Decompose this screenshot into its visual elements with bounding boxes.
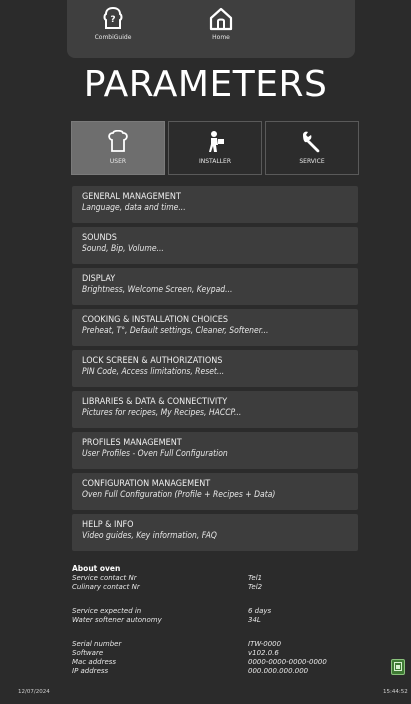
menu-cooking-installation[interactable]: COOKING & INSTALLATION CHOICES Preheat, … [72,309,358,346]
menu-sounds[interactable]: SOUNDS Sound, Bip, Volume... [72,227,358,264]
menu-item-title: LIBRARIES & DATA & CONNECTIVITY [82,397,228,407]
info-value: 34L [248,616,261,624]
info-row-serial-number: Serial number ITW-0000 [72,640,362,649]
info-row-ip-address: IP address 000.000.000.000 [72,667,362,676]
info-row-service-expected: Service expected in 6 days [72,607,362,616]
menu-general-management[interactable]: GENERAL MANAGEMENT Language, data and ti… [72,186,358,223]
tab-user[interactable]: USER [71,121,165,175]
info-label: IP address [72,667,109,675]
combiguide-button[interactable]: ? CombiGuide [83,2,143,54]
info-value: Tel1 [248,574,263,582]
info-label: Service contact Nr [72,574,137,582]
info-row-software: Software v102.0.6 [72,649,362,658]
info-label: Service expected in [72,607,142,615]
combiguide-icon: ? [103,6,123,29]
menu-item-subtitle: Brightness, Welcome Screen, Keypad... [82,285,233,295]
menu-item-subtitle: User Profiles - Oven Full Configuration [82,449,228,459]
tab-service-label: SERVICE [299,158,325,165]
info-value: Tel2 [248,583,263,591]
info-label: Water softener autonomy [72,616,162,624]
info-value: 0000-0000-0000-0000 [248,658,327,666]
top-navigation-bar: ? CombiGuide Home [67,0,355,58]
info-value: ITW-0000 [248,640,282,648]
menu-item-subtitle: PIN Code, Access limitations, Reset... [82,367,225,377]
menu-item-title: DISPLAY [82,274,116,284]
menu-profiles-management[interactable]: PROFILES MANAGEMENT User Profiles - Oven… [72,432,358,469]
menu-item-subtitle: Language, data and time... [82,203,186,213]
menu-item-subtitle: Oven Full Configuration (Profile + Recip… [82,490,276,500]
info-value: 000.000.000.000 [248,667,309,675]
tab-installer[interactable]: INSTALLER [168,121,262,175]
combiguide-label: CombiGuide [94,34,132,41]
info-label: Serial number [72,640,122,648]
installer-icon [209,131,224,152]
menu-item-subtitle: Video guides, Key information, FAQ [82,531,217,541]
menu-item-title: GENERAL MANAGEMENT [82,192,181,202]
tab-user-label: USER [109,158,127,165]
tab-service[interactable]: SERVICE [265,121,359,175]
oven-status-indicator[interactable] [391,659,405,675]
chef-hat-icon [108,130,128,152]
menu-item-title: PROFILES MANAGEMENT [82,438,182,448]
menu-item-subtitle: Sound, Bip, Volume... [82,244,164,254]
menu-item-subtitle: Pictures for recipes, My Recipes, HACCP.… [82,408,242,418]
menu-display[interactable]: DISPLAY Brightness, Welcome Screen, Keyp… [72,268,358,305]
info-row-service-contact: Service contact Nr Tel1 [72,574,362,583]
menu-item-title: HELP & INFO [82,520,134,530]
menu-item-title: COOKING & INSTALLATION CHOICES [82,315,229,325]
info-row-culinary-contact: Culinary contact Nr Tel2 [72,583,362,592]
info-value: 6 days [248,607,272,615]
info-label: Culinary contact Nr [72,583,140,591]
menu-item-title: SOUNDS [82,233,117,243]
info-label: Software [72,649,104,657]
menu-lock-screen[interactable]: LOCK SCREEN & AUTHORIZATIONS PIN Code, A… [72,350,358,387]
home-icon [209,7,233,31]
info-value: v102.0.6 [248,649,279,657]
oven-icon [394,662,402,671]
parameters-screen: ? CombiGuide Home PARAMETERS USER INSTAL… [0,0,411,704]
page-title: PARAMETERS [83,64,328,105]
menu-item-subtitle: Preheat, T°, Default settings, Cleaner, … [82,326,269,336]
home-label: Home [212,34,230,41]
wrench-icon [303,131,320,153]
menu-configuration-management[interactable]: CONFIGURATION MANAGEMENT Oven Full Confi… [72,473,358,510]
menu-item-title: CONFIGURATION MANAGEMENT [82,479,211,489]
menu-libraries-data[interactable]: LIBRARIES & DATA & CONNECTIVITY Pictures… [72,391,358,428]
info-row-mac-address: Mac address 0000-0000-0000-0000 [72,658,362,667]
status-date: 12/07/2024 [18,689,50,695]
menu-help-info[interactable]: HELP & INFO Video guides, Key informatio… [72,514,358,551]
status-time: 15:44:52 [383,689,408,695]
about-oven-title: About oven [72,564,121,573]
menu-item-title: LOCK SCREEN & AUTHORIZATIONS [82,356,223,366]
home-button[interactable]: Home [191,2,251,54]
info-label: Mac address [72,658,117,666]
info-row-water-softener: Water softener autonomy 34L [72,616,362,625]
svg-text:?: ? [110,15,115,25]
tab-installer-label: INSTALLER [198,158,231,165]
